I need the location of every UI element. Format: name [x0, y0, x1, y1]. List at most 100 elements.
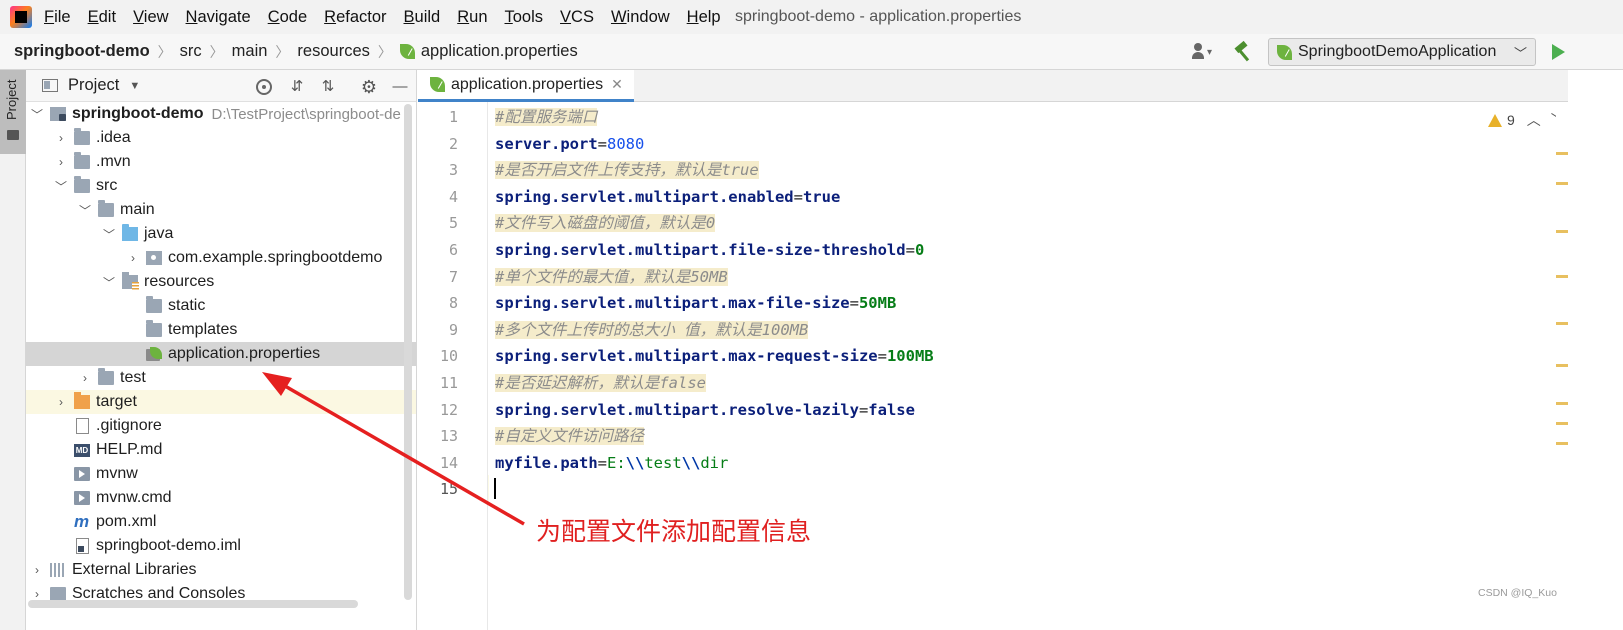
chevron-right-icon[interactable]: › [30, 587, 44, 601]
run-configuration-label: SpringbootDemoApplication [1298, 43, 1497, 60]
chevron-down-icon[interactable]: ﹀ [102, 274, 116, 291]
warning-marker[interactable] [1556, 442, 1568, 445]
tree-item-static[interactable]: static [126, 294, 416, 318]
expand-all-icon[interactable]: ⇵ [288, 78, 306, 96]
breadcrumb-src[interactable]: src [180, 42, 202, 61]
project-tool-tab[interactable]: Project [0, 70, 26, 154]
menu-edit[interactable]: Edit [88, 8, 116, 27]
menu-run[interactable]: Run [457, 8, 487, 27]
tree-item-pom-xml[interactable]: m pom.xml [68, 510, 416, 534]
tab-application-properties[interactable]: application.properties ✕ [418, 70, 634, 102]
property-key: spring.servlet.multipart.enabled [495, 187, 794, 206]
breadcrumb-main[interactable]: main [232, 42, 268, 61]
warning-marker[interactable] [1556, 402, 1568, 405]
breadcrumb-resources[interactable]: resources [297, 42, 369, 61]
warning-marker[interactable] [1556, 152, 1568, 155]
gear-icon[interactable]: ⚙ [360, 78, 378, 96]
code-line-4: spring.servlet.multipart.enabled=true [495, 187, 841, 206]
tree-item-label: test [120, 369, 146, 386]
menu-bar: File Edit View Navigate Code Refactor Bu… [0, 0, 1623, 34]
locate-file-icon[interactable] [256, 79, 272, 95]
menu-window[interactable]: Window [611, 8, 670, 27]
minimize-icon[interactable]: — [391, 78, 409, 96]
tree-item-mvnw-cmd[interactable]: mvnw.cmd [68, 486, 416, 510]
tree-item-external-libraries[interactable]: › External Libraries [30, 558, 410, 582]
tree-item-test[interactable]: › test [78, 366, 416, 390]
chevron-right-icon[interactable]: › [54, 131, 68, 145]
line-number: 11 [439, 374, 458, 392]
tree-item-help-md[interactable]: MD HELP.md [68, 438, 416, 462]
scratches-icon [50, 587, 66, 601]
code-line-13: #自定义文件访问路径 [495, 423, 644, 450]
chevron-down-icon[interactable]: ﹀ [30, 106, 44, 123]
chevron-right-icon[interactable]: › [126, 251, 140, 265]
breadcrumb-file[interactable]: application.properties [421, 42, 578, 61]
folder-icon [146, 296, 162, 313]
tree-item-mvn[interactable]: › .mvn [54, 150, 416, 174]
tree-item-idea[interactable]: › .idea [54, 126, 416, 150]
chevron-right-icon[interactable]: › [54, 395, 68, 409]
project-panel-title[interactable]: Project [68, 76, 119, 95]
tree-item-application-properties[interactable]: application.properties [26, 342, 416, 366]
chevron-up-icon[interactable]: ︿ [1527, 110, 1541, 130]
menu-code[interactable]: Code [268, 8, 307, 27]
warning-marker[interactable] [1556, 275, 1568, 278]
breadcrumb-project[interactable]: springboot-demo [14, 42, 150, 61]
code-editor[interactable]: #配置服务端口 server.port=8080 #是否开启文件上传支持，默认是… [489, 102, 1623, 630]
code-line-11: #是否延迟解析，默认是false [495, 370, 706, 397]
warning-marker[interactable] [1556, 364, 1568, 367]
menu-tools[interactable]: Tools [505, 8, 544, 27]
resources-folder-icon [122, 272, 139, 290]
line-number: 10 [439, 347, 458, 366]
chevron-down-icon[interactable]: ▼ [129, 80, 140, 92]
tree-item-package[interactable]: › com.example.springbootdemo [126, 246, 416, 270]
tree-item-java[interactable]: ﹀ java [102, 222, 416, 246]
tree-item-target[interactable]: › target [26, 390, 416, 414]
warning-marker[interactable] [1556, 230, 1568, 233]
warning-marker[interactable] [1556, 322, 1568, 325]
line-number-gutter[interactable]: 1 2 3 4 5 6 7 8 9 10 11 12 13 14 15 [418, 102, 488, 630]
code-line-10: spring.servlet.multipart.max-request-siz… [495, 347, 934, 366]
tree-horizontal-scrollbar[interactable] [28, 600, 358, 608]
annotation-text: 为配置文件添加配置信息 [536, 517, 812, 546]
warning-marker[interactable] [1556, 182, 1568, 185]
code-line-9: #多个文件上传时的总大小 值，默认是100MB [495, 317, 809, 344]
warning-marker[interactable] [1556, 422, 1568, 425]
run-play-icon[interactable] [1552, 44, 1565, 60]
chevron-right-icon[interactable]: › [30, 563, 44, 577]
tree-item-project-root[interactable]: ﹀ springboot-demo D:\TestProject\springb… [30, 102, 410, 126]
chevron-down-icon[interactable]: ﹀ [54, 178, 68, 195]
menu-build[interactable]: Build [404, 8, 441, 27]
user-account-icon[interactable]: ▾ [1192, 43, 1214, 61]
tree-item-mvnw[interactable]: mvnw [68, 462, 416, 486]
error-stripe[interactable] [1556, 102, 1568, 630]
tree-item-label: springboot-demo [72, 105, 204, 122]
tree-item-resources[interactable]: ﹀ resources [102, 270, 416, 294]
tree-item-gitignore[interactable]: .gitignore [68, 414, 416, 438]
menu-view[interactable]: View [133, 8, 168, 27]
menu-file[interactable]: File [44, 8, 71, 27]
tree-item-templates[interactable]: templates [126, 318, 416, 342]
tree-vertical-scrollbar[interactable] [404, 104, 412, 600]
menu-vcs[interactable]: VCS [560, 8, 594, 27]
run-configuration-select[interactable]: SpringbootDemoApplication ﹀ [1268, 38, 1536, 66]
chevron-right-icon[interactable]: › [78, 371, 92, 385]
build-hammer-icon[interactable] [1232, 42, 1254, 62]
close-icon[interactable]: ✕ [611, 76, 623, 93]
chevron-right-icon[interactable]: › [54, 155, 68, 169]
collapse-all-icon[interactable]: ⇅ [319, 78, 337, 96]
tree-item-src[interactable]: ﹀ src [54, 174, 416, 198]
chevron-down-icon[interactable]: ﹀ [78, 202, 92, 219]
code-comment: #多个文件上传时的总大小 值，默认是100MB [495, 320, 809, 339]
tree-item-label: resources [144, 273, 215, 290]
spring-properties-icon [399, 44, 415, 59]
main-menu: File Edit View Navigate Code Refactor Bu… [44, 8, 738, 27]
chevron-down-icon[interactable]: ﹀ [102, 226, 116, 243]
menu-navigate[interactable]: Navigate [186, 8, 251, 27]
tree-item-main[interactable]: ﹀ main [78, 198, 416, 222]
tree-item-label: mvnw [96, 465, 138, 482]
tree-item-iml[interactable]: springboot-demo.iml [68, 534, 416, 558]
text-caret [494, 478, 496, 499]
menu-refactor[interactable]: Refactor [324, 8, 386, 27]
menu-help[interactable]: Help [687, 8, 721, 27]
